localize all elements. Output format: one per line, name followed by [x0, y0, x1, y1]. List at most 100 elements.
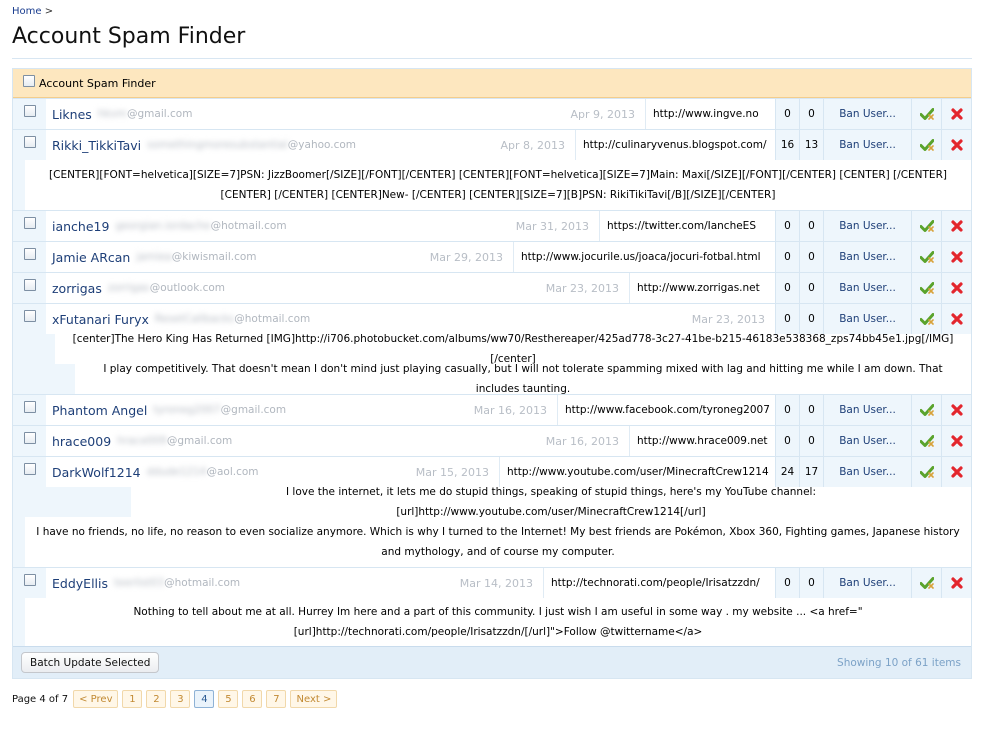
signature-text: [CENTER][FONT=helvetica][SIZE=7]PSN: Jiz… — [25, 160, 971, 210]
username-link[interactable]: ianche19 — [52, 219, 109, 234]
email-local-part: hkvm — [97, 108, 127, 120]
message-count: 0 — [775, 211, 799, 241]
row-select-cell — [13, 304, 46, 334]
message-count: 0 — [775, 395, 799, 425]
email-local-part: georgian.iordache — [115, 220, 211, 232]
message-count: 0 — [775, 242, 799, 272]
username-link[interactable]: Jamie ARcan — [52, 250, 130, 265]
user-cell: hrace009 hrace009@gmail.com Mar 16, 2013 — [46, 426, 629, 456]
row-checkbox[interactable] — [23, 401, 36, 413]
user-cell: EddyEllis teerlist03@hotmail.com Mar 14,… — [46, 568, 543, 598]
pagination: Page 4 of 7 < Prev 1234567 Next > — [12, 690, 338, 708]
user-email: teerlist03@hotmail.com — [114, 577, 240, 589]
delete-icon[interactable] — [941, 568, 971, 598]
register-date: Mar 31, 2013 — [515, 219, 589, 233]
register-date: Mar 14, 2013 — [459, 576, 533, 590]
page-number-5[interactable]: 5 — [218, 690, 239, 708]
ban-user-link[interactable]: Ban User... — [823, 273, 911, 303]
email-domain: @gmail.com — [166, 435, 233, 447]
row-checkbox[interactable] — [23, 217, 36, 229]
user-email: jamiea@kiwismail.com — [136, 251, 256, 263]
approve-icon[interactable] — [911, 273, 941, 303]
ban-user-link[interactable]: Ban User... — [823, 242, 911, 272]
page-number-1[interactable]: 1 — [122, 690, 143, 708]
register-date: Apr 9, 2013 — [570, 107, 635, 121]
username-link[interactable]: EddyEllis — [52, 576, 108, 591]
row-checkbox[interactable] — [23, 248, 36, 260]
approve-icon[interactable] — [911, 130, 941, 160]
row-checkbox[interactable] — [23, 574, 36, 586]
page-number-6[interactable]: 6 — [242, 690, 263, 708]
select-all-checkbox[interactable] — [23, 75, 35, 87]
username-link[interactable]: hrace009 — [52, 434, 111, 449]
like-count: 0 — [799, 211, 823, 241]
email-domain: @aol.com — [206, 466, 259, 478]
email-domain: @hotmail.com — [210, 220, 287, 232]
table-row: Liknes hkvm@gmail.com Apr 9, 2013 http:/… — [13, 98, 971, 129]
row-checkbox[interactable] — [23, 279, 36, 291]
row-checkbox[interactable] — [23, 432, 36, 444]
approve-icon[interactable] — [911, 99, 941, 129]
register-date: Mar 29, 2013 — [429, 250, 503, 264]
page-number-4[interactable]: 4 — [194, 690, 215, 708]
approve-icon[interactable] — [911, 242, 941, 272]
username-link[interactable]: zorrigas — [52, 281, 102, 296]
username-link[interactable]: Phantom Angel — [52, 403, 147, 418]
delete-icon[interactable] — [941, 426, 971, 456]
breadcrumb-home-link[interactable]: Home — [12, 6, 42, 17]
delete-icon[interactable] — [941, 242, 971, 272]
email-domain: @hotmail.com — [234, 313, 311, 325]
user-email: somethingmoresubstantial@yahoo.com — [147, 139, 356, 151]
delete-icon[interactable] — [941, 395, 971, 425]
ban-user-link[interactable]: Ban User... — [823, 395, 911, 425]
row-checkbox[interactable] — [23, 463, 36, 475]
page-title: Account Spam Finder — [12, 24, 246, 49]
row-select-cell — [13, 568, 46, 598]
row-checkbox[interactable] — [23, 310, 36, 322]
approve-icon[interactable] — [911, 395, 941, 425]
email-domain: @yahoo.com — [287, 139, 357, 151]
delete-icon[interactable] — [941, 99, 971, 129]
message-count: 0 — [775, 273, 799, 303]
username-link[interactable]: Rikki_TikkiTavi — [52, 138, 141, 153]
ban-user-link[interactable]: Ban User... — [823, 568, 911, 598]
table-row: Phantom Angel tyroneg2007@gmail.com Mar … — [13, 394, 971, 425]
row-select-cell — [13, 395, 46, 425]
batch-update-button[interactable]: Batch Update Selected — [21, 652, 160, 673]
user-cell: Phantom Angel tyroneg2007@gmail.com Mar … — [46, 395, 557, 425]
signature-text-row: I have no friends, no life, no reason to… — [13, 517, 971, 567]
approve-icon[interactable] — [911, 568, 941, 598]
like-count: 0 — [799, 273, 823, 303]
page-number-7[interactable]: 7 — [266, 690, 287, 708]
signature-text-row: I play competitively. That doesn't mean … — [13, 363, 971, 395]
row-checkbox[interactable] — [23, 136, 36, 148]
delete-icon[interactable] — [941, 273, 971, 303]
page-number-2[interactable]: 2 — [146, 690, 167, 708]
username-link[interactable]: Liknes — [52, 107, 92, 122]
row-checkbox[interactable] — [23, 105, 36, 117]
user-cell: Jamie ARcan jamiea@kiwismail.com Mar 29,… — [46, 242, 513, 272]
user-email: hkvm@gmail.com — [98, 108, 193, 120]
ban-user-link[interactable]: Ban User... — [823, 130, 911, 160]
user-email: ResetCallbacks@hotmail.com — [155, 313, 310, 325]
website-url: http://www.zorrigas.net — [629, 273, 775, 303]
username-link[interactable]: DarkWolf1214 — [52, 465, 141, 480]
row-select-cell — [13, 273, 46, 303]
website-url: http://www.hrace009.net — [629, 426, 775, 456]
page-number-3[interactable]: 3 — [170, 690, 191, 708]
username-link[interactable]: xFutanari Furyx — [52, 312, 149, 327]
ban-user-link[interactable]: Ban User... — [823, 211, 911, 241]
user-email: tyroneg2007@gmail.com — [153, 404, 286, 416]
ban-user-link[interactable]: Ban User... — [823, 99, 911, 129]
delete-icon[interactable] — [941, 211, 971, 241]
approve-icon[interactable] — [911, 211, 941, 241]
like-count: 0 — [799, 426, 823, 456]
delete-icon[interactable] — [941, 130, 971, 160]
ban-user-link[interactable]: Ban User... — [823, 426, 911, 456]
prev-page-button[interactable]: < Prev — [73, 690, 119, 708]
next-page-button[interactable]: Next > — [290, 690, 338, 708]
row-select-cell — [13, 242, 46, 272]
message-count: 0 — [775, 99, 799, 129]
user-cell: zorrigas zorrigas@outlook.com Mar 23, 20… — [46, 273, 629, 303]
approve-icon[interactable] — [911, 426, 941, 456]
